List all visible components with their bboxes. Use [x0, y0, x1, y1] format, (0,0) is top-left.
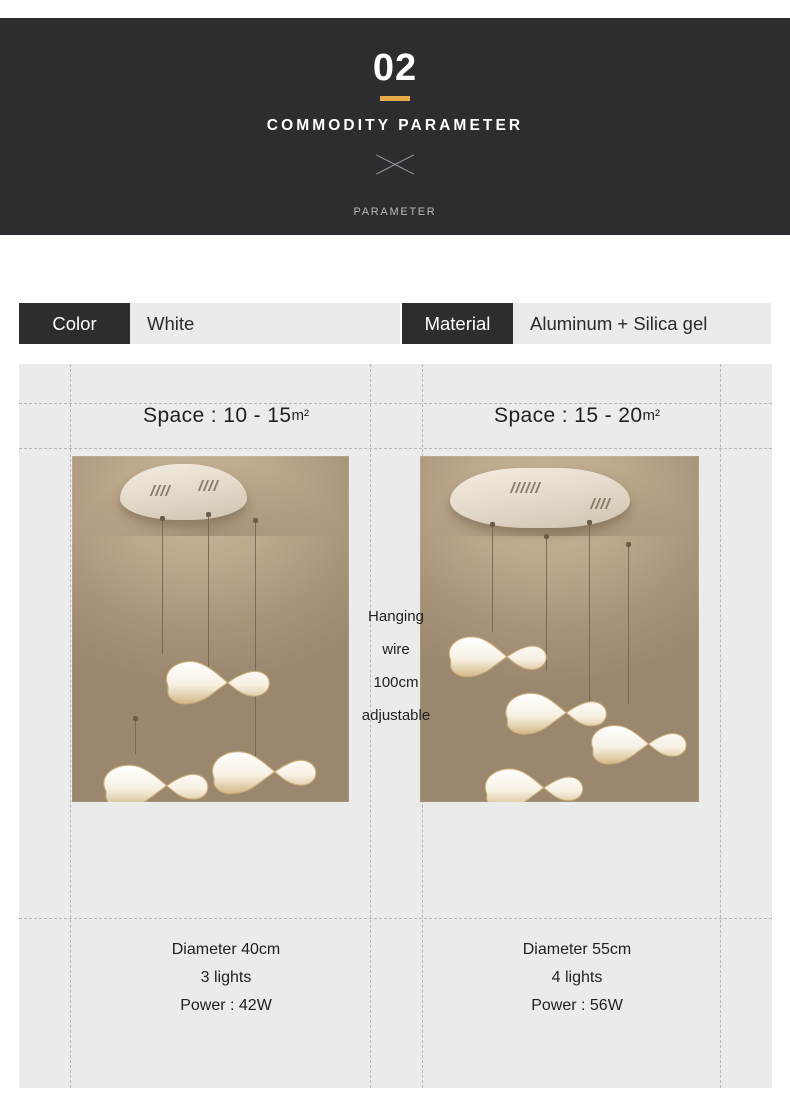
variant-diameter: Diameter 40cm — [171, 941, 281, 958]
variant-space-label: Space : 10 - 15m² — [51, 404, 401, 428]
variant-power: Power : 56W — [531, 997, 623, 1014]
wire-mount-cap — [626, 542, 631, 547]
spec-table: Color White Material Aluminum + Silica g… — [19, 303, 771, 344]
section-subtitle: PARAMETER — [353, 206, 437, 218]
variant-space-unit: m² — [642, 407, 660, 424]
variant-photo-right[interactable] — [420, 456, 699, 802]
hanging-note-line-2: wire — [382, 641, 410, 658]
wire-mount-cap — [160, 516, 165, 521]
pendant-lamp-shade — [200, 738, 322, 802]
variant-card-right: Space : 15 - 20m² Diameter 55cm 4 lights… — [402, 364, 752, 1088]
variant-comparison-panel: Space : 10 - 15m² Diameter 40cm 3 lights… — [19, 364, 772, 1088]
spec-label-material: Material — [402, 303, 513, 344]
vent-slots-icon — [589, 498, 612, 509]
hanging-note-line-4: adjustable — [361, 707, 431, 724]
hanging-wire — [255, 520, 256, 760]
vent-slots-icon — [509, 482, 542, 493]
wire-mount-cap — [133, 716, 138, 721]
hanging-wire — [492, 524, 493, 632]
wire-mount-cap — [587, 520, 592, 525]
variant-photo-left[interactable] — [72, 456, 349, 802]
pendant-lamp-shade — [472, 756, 590, 802]
variant-space-range: Space : 15 - 20 — [494, 404, 643, 427]
variant-light-count: 3 lights — [200, 969, 252, 986]
vent-slots-icon — [149, 485, 172, 496]
wire-mount-cap — [206, 512, 211, 517]
variant-light-count: 4 lights — [551, 969, 603, 986]
variant-diameter: Diameter 55cm — [522, 941, 632, 958]
hanging-note-line-1: Hanging — [368, 608, 424, 625]
variant-space-label: Space : 15 - 20m² — [402, 404, 752, 428]
section-header-banner: 02 COMMODITY PARAMETER PARAMETER — [0, 18, 790, 235]
hanging-note-line-3: 100cm — [373, 674, 419, 691]
variant-card-left: Space : 10 - 15m² Diameter 40cm 3 lights… — [51, 364, 401, 1088]
pendant-lamp-shade — [154, 650, 276, 720]
vent-slots-icon — [197, 480, 220, 491]
hanging-wire — [208, 514, 209, 669]
accent-rule — [380, 96, 410, 101]
ceiling-mount-plate — [450, 468, 630, 528]
hanging-wire-note: Hanging wire 100cm adjustable — [350, 600, 442, 732]
pendant-lamp-shade — [90, 751, 215, 802]
hanging-wire — [162, 518, 163, 654]
x-divider-icon — [374, 151, 416, 177]
wire-mount-cap — [253, 518, 258, 523]
hanging-wire — [628, 544, 629, 704]
wire-mount-cap — [544, 534, 549, 539]
section-number: 02 — [372, 47, 418, 89]
product-detail-page: 02 COMMODITY PARAMETER PARAMETER Color W… — [0, 0, 790, 1115]
variant-space-unit: m² — [291, 407, 309, 424]
wire-mount-cap — [490, 522, 495, 527]
pendant-lamp-shade — [580, 714, 692, 778]
spec-value-material: Aluminum + Silica gel — [513, 303, 771, 344]
spec-label-color: Color — [19, 303, 130, 344]
hanging-wire — [135, 718, 136, 754]
variant-space-range: Space : 10 - 15 — [143, 404, 292, 427]
variant-power: Power : 42W — [180, 997, 272, 1014]
spec-value-color: White — [130, 303, 400, 344]
section-title: COMMODITY PARAMETER — [266, 117, 524, 134]
